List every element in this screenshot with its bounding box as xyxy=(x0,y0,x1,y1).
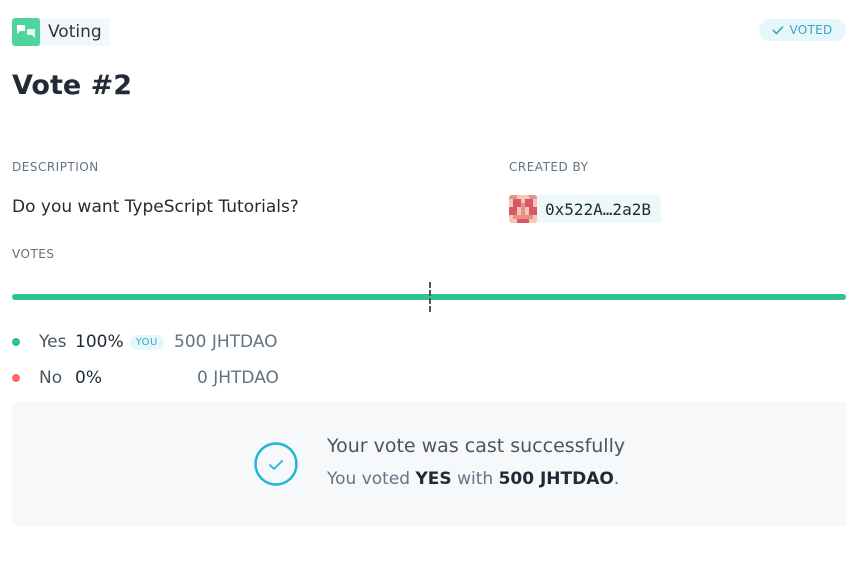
yes-color-dot xyxy=(12,338,20,346)
option-no-percent: 0% xyxy=(75,368,102,388)
votes-label: VOTES xyxy=(12,247,55,261)
confirmation-title: Your vote was cast successfully xyxy=(327,435,626,457)
no-color-dot xyxy=(12,374,20,382)
voted-status-label: VOTED xyxy=(789,23,833,37)
description-label: DESCRIPTION xyxy=(12,160,99,174)
confirmation-prefix: You voted xyxy=(327,469,411,489)
vote-option-no: No 0% 0 JHTDAO xyxy=(12,367,279,389)
app-name: Voting xyxy=(48,22,102,42)
creator-address: 0x522A…2a2B xyxy=(545,199,651,219)
you-badge: YOU xyxy=(129,334,164,350)
creator-identicon xyxy=(509,195,537,223)
confirmation-details: You voted YES with 500 JHTDAO. xyxy=(327,469,619,489)
option-yes-percent: 100% xyxy=(75,332,124,352)
confirmation-with: with xyxy=(457,469,494,489)
confirmation-choice: YES xyxy=(415,469,452,489)
vote-option-yes: Yes 100% YOU 500 JHTDAO xyxy=(12,331,278,353)
confirmation-amount: 500 JHTDAO xyxy=(498,469,614,489)
confirmation-suffix: . xyxy=(613,469,620,489)
option-no-name: No xyxy=(39,368,63,388)
support-threshold-marker xyxy=(429,282,431,312)
check-circle-icon xyxy=(254,442,298,486)
option-yes-name: Yes xyxy=(39,332,67,352)
option-no-amount: 0 JHTDAO xyxy=(197,368,279,388)
vote-title: Vote #2 xyxy=(12,70,132,101)
voting-app-icon xyxy=(12,18,40,46)
app-tag[interactable]: Voting xyxy=(12,18,110,46)
option-yes-amount: 500 JHTDAO xyxy=(174,332,278,352)
voted-status-badge: VOTED xyxy=(759,19,846,41)
vote-confirmation-panel: Your vote was cast successfully You vote… xyxy=(12,402,846,526)
check-icon xyxy=(772,25,785,35)
vote-description: Do you want TypeScript Tutorials? xyxy=(12,197,299,217)
creator-identity-badge[interactable]: 0x522A…2a2B xyxy=(509,195,661,223)
created-by-label: CREATED BY xyxy=(509,160,589,174)
